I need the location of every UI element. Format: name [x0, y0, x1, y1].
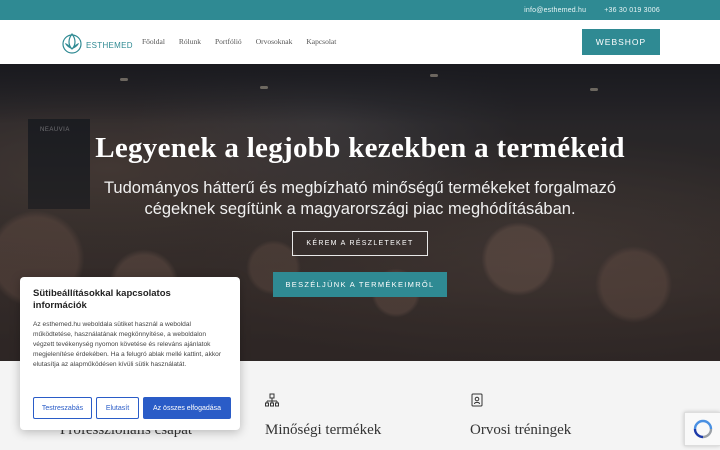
lotus-logo-icon: [62, 33, 82, 54]
cookie-consent-dialog: Sütibeállításokkal kapcsolatos informáci…: [20, 277, 240, 430]
feature-title: Orvosi tréningek: [470, 422, 572, 438]
feature-title: Minőségi termékek: [265, 422, 382, 438]
feature-quality: Minőségi termékek: [265, 393, 381, 439]
quality-icon: [265, 393, 279, 407]
top-contact-bar: info@esthemed.hu +36 30 019 3006: [0, 0, 720, 20]
nav-item-kapcsolat[interactable]: Kapcsolat: [306, 37, 336, 46]
contact-phone[interactable]: +36 30 019 3006: [604, 7, 660, 14]
cookie-accept-all-button[interactable]: Az összes elfogadása: [143, 397, 231, 419]
training-icon: [471, 393, 483, 407]
webshop-button[interactable]: WEBSHOP: [582, 29, 660, 55]
cookie-reject-button[interactable]: Elutasít: [96, 397, 139, 419]
nav-item-portfolio[interactable]: Portfólió: [215, 37, 242, 46]
nav-item-fooldal[interactable]: Főoldal: [142, 37, 165, 46]
cookie-title: Sütibeállításokkal kapcsolatos informáci…: [33, 288, 171, 311]
talk-products-button[interactable]: BESZÉLJÜNK A TERMÉKEIMRŐL: [273, 272, 447, 297]
main-nav: Főoldal Rólunk Portfólió Orvosoknak Kapc…: [142, 37, 336, 46]
feature-training: Orvosi tréningek: [470, 393, 571, 439]
cookie-buttons: Testreszabás Elutasít Az összes elfogadá…: [33, 397, 231, 419]
hero-title: Legyenek a legjobb kezekben a termékeid: [95, 132, 625, 164]
cookie-customize-button[interactable]: Testreszabás: [33, 397, 92, 419]
contact-email[interactable]: info@esthemed.hu: [524, 7, 586, 14]
details-button[interactable]: KÉREM A RÉSZLETEKET: [292, 231, 428, 256]
recaptcha-icon: [693, 419, 712, 439]
recaptcha-badge[interactable]: [684, 412, 720, 446]
nav-item-orvosoknak[interactable]: Orvosoknak: [256, 37, 293, 46]
site-header: ESTHEMED Főoldal Rólunk Portfólió Orvoso…: [0, 20, 720, 64]
nav-item-rolunk[interactable]: Rólunk: [179, 37, 201, 46]
logo-text: ESTHEMED: [86, 40, 133, 50]
hero-subtitle: Tudományos hátterű és megbízható minőség…: [103, 179, 617, 218]
cookie-text: Az esthemed.hu weboldala sütiket használ…: [33, 321, 222, 368]
site-logo[interactable]: ESTHEMED: [60, 27, 133, 57]
